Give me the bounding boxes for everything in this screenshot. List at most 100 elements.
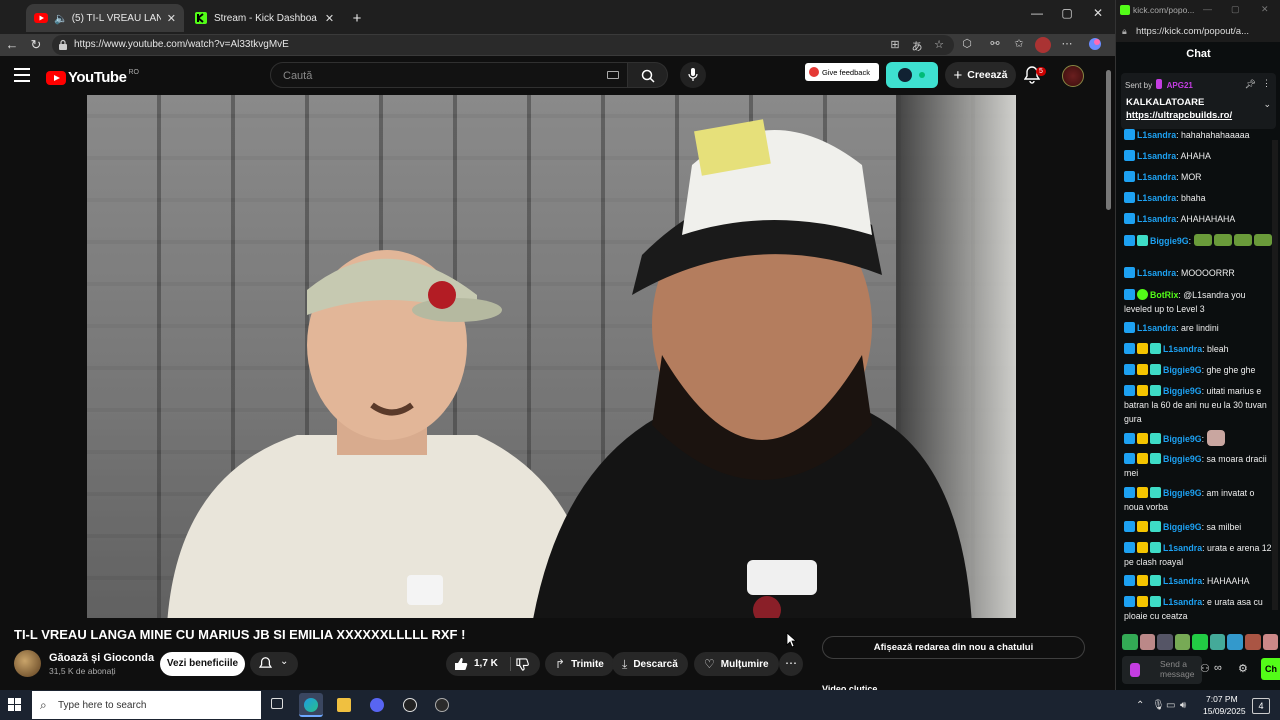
pinned-link[interactable]: https://ultrapcbuilds.ro/ [1126, 110, 1232, 121]
chat-username[interactable]: L1sandra [1137, 172, 1176, 182]
chat-username[interactable]: Biggie9G [1150, 236, 1189, 246]
pinned-menu-icon[interactable]: ⋮ [1262, 78, 1271, 89]
chat-username[interactable]: L1sandra [1163, 344, 1202, 354]
chat-message[interactable]: L1sandra: MOOOORRR [1124, 266, 1274, 280]
link-icon[interactable]: ∞ [1214, 662, 1222, 674]
edge-browser-icon[interactable] [299, 693, 323, 717]
profile-avatar[interactable] [1035, 37, 1051, 53]
channel-name[interactable]: Găoază și Gioconda [49, 652, 154, 664]
chat-username[interactable]: L1sandra [1137, 323, 1176, 333]
chat-username[interactable]: BotRix [1150, 290, 1178, 300]
new-tab-button[interactable]: + [346, 4, 368, 32]
url-field[interactable]: https://www.youtube.com/watch?v=Al33tkvg… [52, 35, 954, 55]
chat-message[interactable]: L1sandra: hahahahahaaaaa [1124, 128, 1274, 142]
chat-message[interactable]: L1sandra: HAHAAHA [1124, 574, 1274, 588]
close-tab-icon[interactable]: ✕ [323, 12, 336, 25]
taskbar-clock-time[interactable]: 7:07 PM [1206, 694, 1238, 704]
read-aloud-icon[interactable]: あ [910, 38, 924, 54]
create-button[interactable]: + Creează [945, 62, 1016, 88]
chat-scrollbar[interactable] [1272, 140, 1278, 610]
cat-emote-icon[interactable] [1206, 430, 1225, 446]
microphone-icon[interactable]: 🎙︎ [1152, 700, 1165, 711]
share-button[interactable]: ↱ Trimite [545, 652, 614, 676]
download-button[interactable]: ⤓ Descarcă [612, 652, 688, 676]
emote-icon[interactable] [1244, 634, 1261, 650]
like-count[interactable]: 1,7 K [474, 658, 498, 669]
chat-message-input[interactable]: Send a message [1122, 656, 1202, 684]
minimize-icon[interactable]: — [1203, 4, 1212, 14]
chat-username[interactable]: Biggie9G [1163, 434, 1202, 444]
settings-more-icon[interactable]: ⋯ [1060, 37, 1074, 50]
show-chat-replay-button[interactable]: Afișează redarea din nou a chatului [822, 636, 1085, 659]
hamburger-menu-icon[interactable] [14, 68, 30, 82]
chat-message[interactable]: L1sandra: are lindini [1124, 321, 1274, 335]
chat-username[interactable]: L1sandra [1137, 214, 1176, 224]
chat-username[interactable]: L1sandra [1163, 576, 1202, 586]
chat-username[interactable]: L1sandra [1163, 543, 1202, 553]
video-player[interactable] [87, 95, 1016, 618]
voice-search-button[interactable] [680, 62, 706, 88]
chat-username[interactable]: Biggie9G [1163, 365, 1202, 375]
emote-icon[interactable] [1227, 634, 1243, 650]
chevron-down-icon[interactable]: ⌄ [1263, 99, 1271, 110]
give-feedback-button[interactable]: Give feedback [805, 63, 879, 81]
chat-username[interactable]: L1sandra [1137, 268, 1176, 278]
chat-username[interactable]: Biggie9G [1163, 488, 1202, 498]
close-window-icon[interactable]: ✕ [1088, 6, 1108, 20]
chat-message[interactable]: L1sandra: AHAHA [1124, 149, 1274, 163]
pinned-message[interactable]: Sent by APG21 📌︎ ⋮ KALKALATOARE https://… [1121, 73, 1276, 129]
chat-message[interactable]: Biggie9G: am invatat o noua vorba [1124, 486, 1274, 514]
pinned-sender[interactable]: APG21 [1167, 81, 1193, 90]
emote-icon[interactable] [1233, 234, 1252, 246]
volume-icon[interactable]: 🔊︎ [1180, 700, 1186, 711]
split-screen-icon[interactable]: ⚯ [988, 37, 1002, 50]
dislike-icon[interactable] [516, 658, 529, 671]
emote-icon[interactable] [1253, 234, 1272, 246]
chat-message[interactable]: L1sandra: urata e arena 12 pe clash roay… [1124, 541, 1274, 569]
chat-message[interactable]: Biggie9G: uitati marius e batran la 60 d… [1124, 384, 1274, 426]
favorites-icon[interactable]: ✩ [1012, 37, 1026, 50]
chat-message[interactable]: Biggie9G: sa milbei [1124, 520, 1274, 534]
emoji-picker-icon[interactable] [1130, 663, 1140, 677]
join-benefits-button[interactable]: Vezi beneficiile [160, 652, 245, 676]
maximize-icon[interactable]: ▢ [1231, 4, 1240, 15]
chat-message[interactable]: L1sandra: e urata asa cu ploaie cu ceatz… [1124, 595, 1274, 623]
close-tab-icon[interactable]: ✕ [167, 12, 176, 25]
taskbar-search-input[interactable]: ⌕ Type here to search [32, 691, 261, 719]
copilot-icon[interactable] [1088, 37, 1102, 54]
refresh-icon[interactable]: ↻ [27, 36, 45, 54]
search-button[interactable] [628, 62, 668, 88]
extensions-icon[interactable]: ⬡ [960, 37, 974, 50]
notification-center-button[interactable]: 4 [1252, 698, 1270, 714]
subscription-bell-button[interactable]: ⌄ [250, 652, 298, 676]
emote-icon[interactable] [1139, 634, 1156, 650]
emote-icon[interactable] [1174, 634, 1191, 650]
emote-icon[interactable] [1262, 634, 1279, 650]
emote-icon[interactable] [1209, 634, 1226, 650]
maximize-icon[interactable]: ▢ [1057, 6, 1077, 20]
discord-icon[interactable] [365, 693, 389, 717]
chat-username[interactable]: L1sandra [1163, 597, 1202, 607]
close-window-icon[interactable]: ✕ [1261, 4, 1269, 15]
chat-username[interactable]: L1sandra [1137, 193, 1176, 203]
chat-username[interactable]: Biggie9G [1163, 386, 1202, 396]
chat-message[interactable]: L1sandra: bhaha [1124, 191, 1274, 205]
emote-icon[interactable] [1157, 634, 1173, 650]
settings-gear-icon[interactable]: ⚙ [1238, 662, 1248, 675]
speaker-icon[interactable]: 🔈 [54, 12, 68, 25]
chat-username[interactable]: L1sandra [1137, 130, 1176, 140]
youtube-logo[interactable]: YouTube RO [46, 69, 139, 86]
page-scrollbar[interactable] [1106, 70, 1111, 210]
emote-icon[interactable] [1122, 634, 1138, 650]
kick-url-bar[interactable]: 🔒︎ https://kick.com/popout/a... [1116, 22, 1280, 42]
favorite-star-icon[interactable]: ☆ [932, 38, 946, 51]
emote-icon[interactable] [1192, 634, 1208, 650]
windows-start-icon[interactable] [8, 698, 22, 712]
search-input[interactable]: Caută [270, 62, 628, 88]
like-icon[interactable] [454, 657, 468, 671]
send-chat-button[interactable]: Ch [1261, 658, 1280, 680]
chat-message[interactable]: Biggie9G: [1124, 430, 1274, 446]
extension-button[interactable] [886, 62, 938, 88]
tab-youtube[interactable]: 🔈 (5) TI-L VREAU LANGA MINE ✕ [26, 4, 184, 32]
app-icon[interactable] [430, 693, 454, 717]
